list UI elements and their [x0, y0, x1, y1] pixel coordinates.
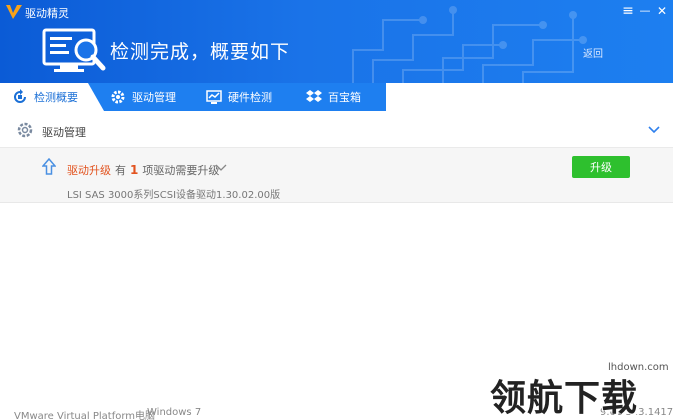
watermark-text: 领航下载	[490, 378, 639, 419]
app-title: 驱动精灵	[25, 7, 69, 20]
section-title: 驱动管理	[42, 126, 86, 139]
minimize-button[interactable]: —	[637, 2, 653, 20]
upgrade-button[interactable]: 升级	[572, 156, 630, 178]
menu-button[interactable]: ≡	[620, 2, 636, 20]
watermark: lhdown.com 领航下载	[490, 362, 673, 420]
dropbox-icon	[306, 90, 322, 102]
tab-label: 检测概要	[34, 91, 78, 104]
count-prefix: 有	[115, 164, 126, 177]
driver-upgrade-row: 驱动升级 有 1 项驱动需要升级 升级 LSI SAS 3000系列SCSI设备…	[0, 148, 673, 203]
app-logo-icon	[6, 5, 22, 19]
close-button[interactable]: ✕	[654, 2, 670, 20]
upgrade-count: 1	[130, 163, 139, 177]
monitor-chart-icon	[206, 90, 222, 104]
chevron-down-icon[interactable]	[215, 162, 227, 174]
scan-monitor-icon	[42, 28, 106, 72]
back-link[interactable]: 返回	[583, 45, 603, 60]
upgrade-count-text: 有 1 项驱动需要升级	[115, 162, 219, 178]
tab-driver-management[interactable]: 驱动管理	[110, 83, 176, 111]
upgrade-arrow-icon	[42, 158, 56, 175]
driver-name: LSI SAS 3000系列SCSI设备驱动1.30.02.00版	[67, 190, 281, 201]
tab-detection-summary[interactable]: 检测概要	[0, 83, 104, 111]
circuit-pattern-decoration	[352, 6, 587, 83]
tab-bar: 检测概要 驱动管理 硬件检测 百宝箱	[0, 83, 673, 111]
gear-icon	[111, 90, 125, 104]
refresh-check-icon	[14, 89, 26, 103]
section-header-driver-management[interactable]: 驱动管理	[0, 111, 673, 148]
tab-label: 硬件检测	[228, 91, 272, 104]
header-banner: 驱动精灵 ≡ — ✕ 检测完成，概要如下 返回	[0, 0, 673, 83]
gear-icon	[17, 122, 33, 138]
count-suffix: 项驱动需要升级	[142, 164, 220, 177]
tab-hardware-detection[interactable]: 硬件检测	[206, 83, 272, 111]
upgrade-label: 驱动升级	[67, 164, 111, 177]
tab-toolbox[interactable]: 百宝箱	[306, 83, 361, 111]
os-info: Windows 7	[147, 407, 202, 418]
system-info: VMware Virtual Platform电脑	[14, 411, 156, 420]
page-title: 检测完成，概要如下	[110, 41, 291, 63]
chevron-down-icon[interactable]	[647, 123, 661, 137]
tab-label: 驱动管理	[132, 91, 176, 104]
tab-label: 百宝箱	[328, 91, 361, 104]
